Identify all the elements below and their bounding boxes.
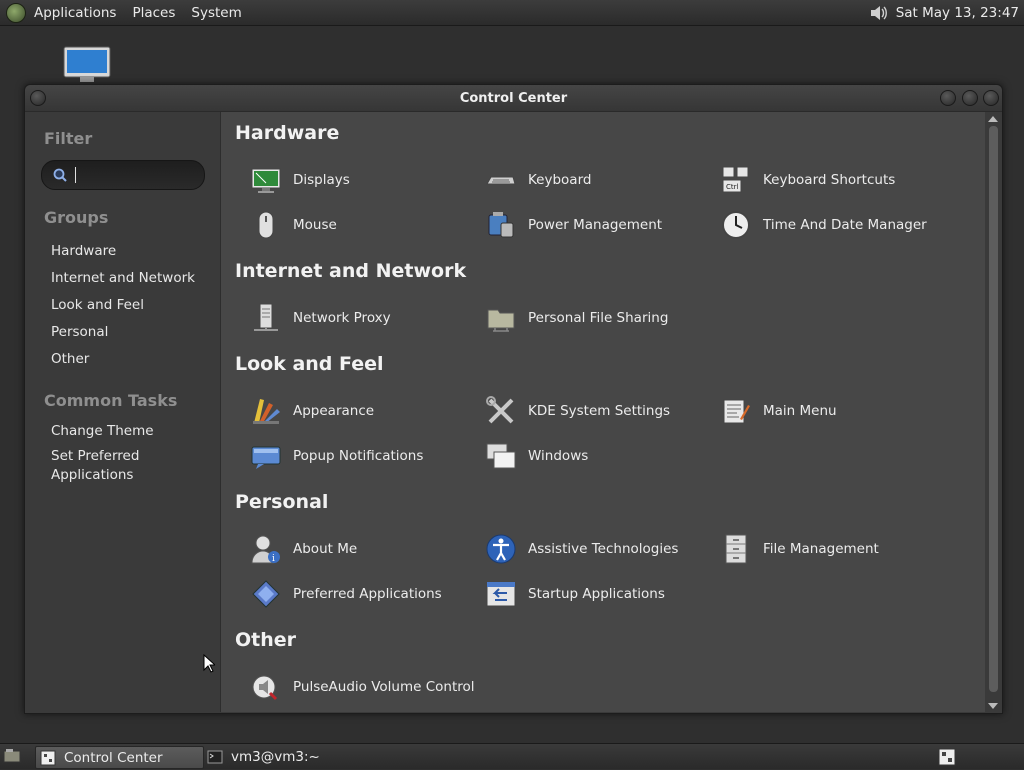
item-time-and-date-manager[interactable]: Time And Date Manager	[719, 207, 927, 243]
window-title: Control Center	[459, 90, 568, 106]
item-personal-file-sharing[interactable]: Personal File Sharing	[484, 300, 668, 336]
task-link-change-theme[interactable]: Change Theme	[51, 422, 154, 441]
item-mouse[interactable]: Mouse	[249, 207, 337, 243]
volume-icon[interactable]	[868, 3, 888, 23]
power-management-icon	[484, 208, 518, 242]
item-keyboard-shortcuts[interactable]: Ctrl Keyboard Shortcuts	[719, 162, 895, 198]
group-link-personal[interactable]: Personal	[51, 323, 108, 342]
item-kde-system-settings[interactable]: KDE System Settings	[484, 393, 670, 429]
scrollbar-thumb[interactable]	[989, 126, 998, 692]
network-proxy-icon	[249, 301, 283, 335]
keyboard-icon	[484, 163, 518, 197]
filter-heading: Filter	[44, 129, 93, 148]
section-title-hardware: Hardware	[235, 122, 340, 144]
workspace-switcher-icon[interactable]	[938, 748, 956, 766]
svg-text:Ctrl: Ctrl	[726, 183, 739, 191]
item-displays[interactable]: Displays	[249, 162, 350, 198]
clock[interactable]: Sat May 13, 23:47	[896, 5, 1024, 21]
item-startup-applications[interactable]: Startup Applications	[484, 576, 665, 612]
close-button[interactable]	[983, 90, 999, 106]
accessibility-icon	[484, 532, 518, 566]
item-network-proxy[interactable]: Network Proxy	[249, 300, 391, 336]
show-desktop-icon[interactable]	[3, 748, 21, 764]
menu-applications[interactable]: Applications	[26, 5, 124, 21]
group-link-internet-and-network[interactable]: Internet and Network	[51, 269, 195, 288]
control-center-icon	[40, 750, 56, 766]
task-link-set-preferred-applications[interactable]: Set Preferred Applications	[51, 447, 161, 485]
search-input[interactable]	[78, 163, 202, 187]
clock-icon	[719, 208, 753, 242]
scroll-up-arrow-icon[interactable]	[988, 116, 998, 122]
content-area: Hardware Displays Keyboard Ctrl Keyboard…	[220, 112, 986, 712]
maximize-button[interactable]	[962, 90, 978, 106]
common-tasks-heading: Common Tasks	[44, 391, 178, 410]
sidebar: Filter Groups Hardware Internet and Netw…	[25, 112, 219, 713]
search-icon	[52, 167, 68, 183]
scroll-down-arrow-icon[interactable]	[988, 703, 998, 709]
taskbar-item-control-center[interactable]: Control Center	[35, 746, 204, 769]
vertical-scrollbar[interactable]	[985, 112, 1002, 712]
item-assistive-technologies[interactable]: Assistive Technologies	[484, 531, 678, 567]
section-title-internet-and-network: Internet and Network	[235, 260, 467, 282]
distro-logo-icon[interactable]	[6, 2, 26, 23]
computer-desktop-icon[interactable]	[62, 46, 112, 84]
display-icon	[249, 163, 283, 197]
taskbar-item-terminal[interactable]: vm3@vm3:~	[203, 746, 367, 767]
item-preferred-applications[interactable]: Preferred Applications	[249, 576, 442, 612]
search-field[interactable]	[41, 160, 205, 190]
item-popup-notifications[interactable]: Popup Notifications	[249, 438, 423, 474]
item-file-management[interactable]: File Management	[719, 531, 879, 567]
notification-icon	[249, 439, 283, 473]
item-main-menu[interactable]: Main Menu	[719, 393, 837, 429]
section-title-look-and-feel: Look and Feel	[235, 353, 384, 375]
keyboard-shortcuts-icon: Ctrl	[719, 163, 753, 197]
appearance-icon	[249, 394, 283, 428]
file-cabinet-icon	[719, 532, 753, 566]
mouse-pointer-icon	[203, 653, 217, 674]
windows-icon	[484, 439, 518, 473]
top-panel: Applications Places System Sat May 13, 2…	[0, 0, 1024, 26]
group-link-hardware[interactable]: Hardware	[51, 242, 116, 261]
item-windows[interactable]: Windows	[484, 438, 588, 474]
item-appearance[interactable]: Appearance	[249, 393, 374, 429]
folder-share-icon	[484, 301, 518, 335]
section-title-personal: Personal	[235, 491, 329, 513]
window-titlebar[interactable]: Control Center	[25, 85, 1002, 112]
bottom-panel: Control Center vm3@vm3:~	[0, 743, 1024, 769]
group-link-other[interactable]: Other	[51, 350, 89, 369]
minimize-button[interactable]	[940, 90, 956, 106]
item-keyboard[interactable]: Keyboard	[484, 162, 591, 198]
item-power-management[interactable]: Power Management	[484, 207, 662, 243]
mouse-icon	[249, 208, 283, 242]
item-about-me[interactable]: i About Me	[249, 531, 357, 567]
startup-apps-icon	[484, 577, 518, 611]
item-pulseaudio-volume-control[interactable]: PulseAudio Volume Control	[249, 669, 475, 705]
user-info-icon: i	[249, 532, 283, 566]
groups-heading: Groups	[44, 208, 109, 227]
control-center-window: Control Center Filter Groups Hardware In…	[24, 84, 1003, 714]
tools-icon	[484, 394, 518, 428]
window-menu-button[interactable]	[30, 90, 46, 106]
preferred-apps-icon	[249, 577, 283, 611]
volume-control-icon	[249, 670, 283, 704]
menu-places[interactable]: Places	[124, 5, 183, 21]
group-link-look-and-feel[interactable]: Look and Feel	[51, 296, 144, 315]
terminal-icon	[207, 749, 223, 765]
svg-text:i: i	[272, 554, 275, 564]
menu-system[interactable]: System	[183, 5, 249, 21]
section-title-other: Other	[235, 629, 297, 651]
main-menu-icon	[719, 394, 753, 428]
